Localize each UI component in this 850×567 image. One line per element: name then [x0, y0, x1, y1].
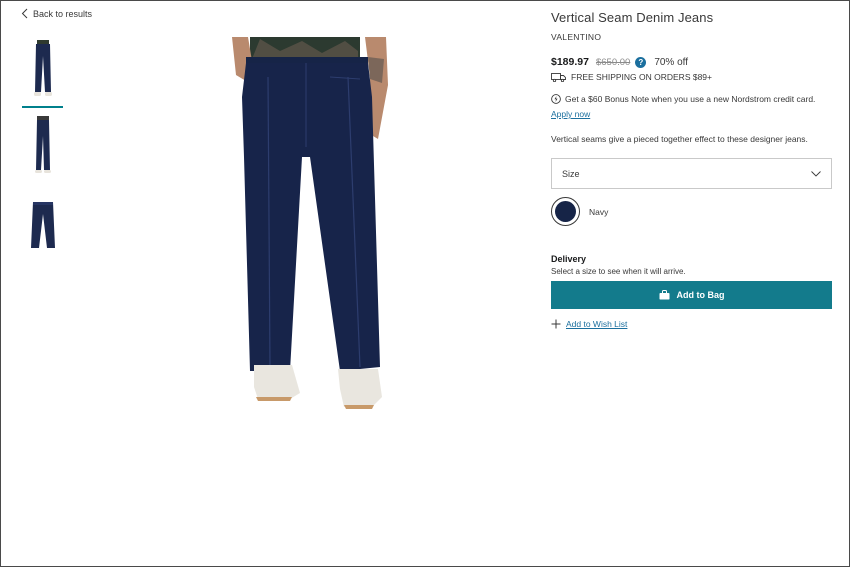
swatch-fill — [555, 201, 576, 222]
size-select[interactable]: Size — [551, 158, 832, 189]
product-title: Vertical Seam Denim Jeans — [551, 10, 714, 25]
bonus-text: Get a $60 Bonus Note when you use a new … — [565, 94, 816, 104]
apply-now-link[interactable]: Apply now — [551, 109, 590, 119]
chevron-down-icon — [811, 170, 821, 177]
jeans-front-thumbnail — [33, 40, 52, 96]
shipping-info: FREE SHIPPING ON ORDERS $89+ — [551, 72, 832, 82]
product-details: Vertical Seam Denim Jeans VALENTINO $189… — [551, 10, 832, 329]
shipping-text: FREE SHIPPING ON ORDERS $89+ — [571, 72, 712, 82]
product-description: Vertical seams give a pieced together ef… — [551, 134, 808, 144]
jeans-side-thumbnail — [34, 116, 51, 173]
color-swatch-row: Navy — [551, 197, 832, 226]
thumbnail-front[interactable] — [22, 40, 63, 108]
thumbnail-gallery — [22, 40, 63, 268]
credit-card-icon — [551, 94, 561, 104]
jeans-flat-thumbnail — [30, 202, 55, 248]
add-to-bag-label: Add to Bag — [676, 290, 725, 300]
jeans-model-image — [232, 37, 388, 409]
original-price: $650.00 — [595, 56, 631, 68]
add-to-wish-list-link[interactable]: Add to Wish List — [551, 319, 832, 329]
product-brand[interactable]: VALENTINO — [551, 32, 832, 42]
price-row: $189.97 $650.00 ? 70% off — [551, 56, 832, 68]
help-icon[interactable]: ? — [635, 56, 647, 68]
delivery-heading: Delivery — [551, 254, 587, 264]
product-main-image[interactable] — [210, 37, 400, 417]
bonus-note: Get a $60 Bonus Note when you use a new … — [551, 94, 832, 104]
chevron-left-icon — [21, 8, 28, 19]
delivery-note: Select a size to see when it will arrive… — [551, 267, 686, 276]
truck-icon — [551, 73, 566, 82]
plus-icon — [551, 319, 561, 329]
bag-icon — [659, 290, 669, 300]
size-label: Size — [562, 168, 580, 179]
discount-label: 70% off — [654, 56, 689, 68]
thumbnail-side[interactable] — [22, 116, 63, 182]
sale-price: $189.97 — [551, 56, 589, 68]
back-to-results-link[interactable]: Back to results — [21, 8, 92, 19]
color-name: Navy — [589, 206, 609, 217]
add-to-bag-button[interactable]: Add to Bag — [551, 281, 832, 309]
wish-list-label: Add to Wish List — [566, 319, 628, 329]
back-label: Back to results — [33, 8, 93, 19]
color-swatch-navy[interactable] — [551, 197, 580, 226]
thumbnail-flat[interactable] — [22, 192, 63, 258]
